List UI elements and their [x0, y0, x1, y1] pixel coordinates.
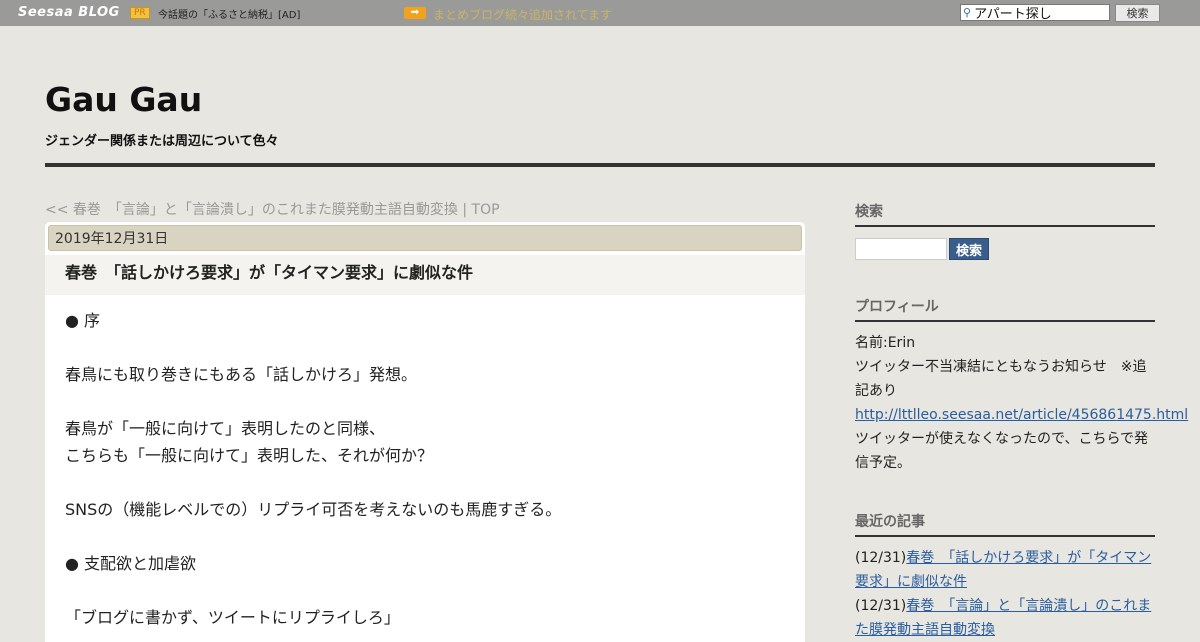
list-item: (12/31)春巻 「話しかけろ要求」が「タイマン要求」に劇似な件: [855, 546, 1155, 594]
blog-title[interactable]: Gau Gau: [45, 80, 202, 119]
article-blank-line: [65, 469, 785, 496]
article-blank-line: [65, 388, 785, 415]
pr-ad-link[interactable]: 今話題の「ふるさと納税」[AD]: [158, 6, 300, 21]
sidebar-search-heading: 検索: [855, 201, 1155, 227]
article-line: 「ブログに書かず、ツイートにリプライしろ」: [65, 608, 400, 627]
profile-notice: ツイッター不当凍結にともなうお知らせ ※追記あり: [855, 359, 1147, 399]
pr-badge: PR: [130, 7, 150, 19]
sidebar-search-row: 検索: [855, 238, 1155, 260]
article-line: 春鳥が「一般に向けて」表明したのと同様、: [65, 419, 386, 438]
sidebar-recent-heading: 最近の記事: [855, 511, 1155, 537]
article-date: 2019年12月31日: [48, 225, 802, 251]
arrow-right-icon: ➡: [404, 7, 426, 19]
recent-date: (12/31): [855, 550, 907, 566]
sidebar-search: 検索 検索: [855, 201, 1155, 260]
article-body: ● 序 春鳥にも取り巻きにもある「話しかけろ」発想。 春鳥が「一般に向けて」表明…: [65, 307, 785, 631]
top-search-button[interactable]: 検索: [1115, 4, 1160, 22]
top-search-box: ⚲: [960, 4, 1110, 21]
profile-note: ツイッターが使えなくなったので、こちらで発信予定。: [855, 431, 1149, 471]
article-line: 春鳥にも取り巻きにもある「話しかけろ」発想。: [65, 365, 418, 384]
breadcrumb-separator: |: [457, 202, 472, 218]
header-divider: [45, 163, 1155, 167]
sidebar-profile-heading: プロフィール: [855, 296, 1155, 322]
top-link[interactable]: TOP: [472, 202, 500, 218]
top-bar: Seesaa BLOG PR 今話題の「ふるさと納税」[AD] ➡ まとめブログ…: [0, 0, 1200, 26]
recent-date: (12/31): [855, 598, 907, 614]
article-blank-line: [65, 334, 785, 361]
article-title[interactable]: 春巻 「話しかけろ要求」が「タイマン要求」に劇似な件: [45, 255, 805, 291]
prev-article-link[interactable]: << 春巻 「言論」と「言論潰し」のこれまた膜発動主語自動変換: [45, 202, 458, 218]
search-icon: ⚲: [963, 6, 972, 19]
sidebar-search-input[interactable]: [855, 238, 947, 260]
article-blank-line: [65, 577, 785, 604]
article: 2019年12月31日 春巻 「話しかけろ要求」が「タイマン要求」に劇似な件 ●…: [45, 222, 805, 642]
profile-link[interactable]: http://lttlleo.seesaa.net/article/456861…: [855, 407, 1188, 423]
recent-list: (12/31)春巻 「話しかけろ要求」が「タイマン要求」に劇似な件 (12/31…: [855, 546, 1155, 642]
article-line: ● 支配欲と加虐欲: [65, 554, 197, 573]
sidebar-search-button[interactable]: 検索: [949, 238, 989, 260]
article-title-bar: 春巻 「話しかけろ要求」が「タイマン要求」に劇似な件: [45, 255, 805, 295]
sidebar-profile: プロフィール 名前:Erin ツイッター不当凍結にともなうお知らせ ※追記あり …: [855, 296, 1188, 475]
top-search-input[interactable]: [974, 5, 1100, 20]
article-blank-line: [65, 523, 785, 550]
profile-name: 名前:Erin: [855, 335, 916, 351]
breadcrumb: << 春巻 「言論」と「言論潰し」のこれまた膜発動主語自動変換 | TOP: [45, 199, 500, 219]
article-line: SNSの（機能レベルでの）リプライ可否を考えないのも馬鹿すぎる。: [65, 500, 562, 519]
article-line: ● 序: [65, 311, 101, 330]
seesaa-blog-logo[interactable]: Seesaa BLOG: [18, 5, 120, 20]
sidebar-recent: 最近の記事 (12/31)春巻 「話しかけろ要求」が「タイマン要求」に劇似な件 …: [855, 511, 1155, 642]
list-item: (12/31)春巻 「言論」と「言論潰し」のこれまた膜発動主語自動変換: [855, 594, 1155, 642]
article-line: こちらも「一般に向けて」表明した、それが何か？: [65, 446, 434, 465]
notice-link[interactable]: まとめブログ続々追加されてます: [433, 6, 612, 23]
profile-text: 名前:Erin ツイッター不当凍結にともなうお知らせ ※追記あり http://…: [855, 331, 1188, 475]
blog-description: ジェンダー関係または周辺について色々: [45, 134, 279, 149]
